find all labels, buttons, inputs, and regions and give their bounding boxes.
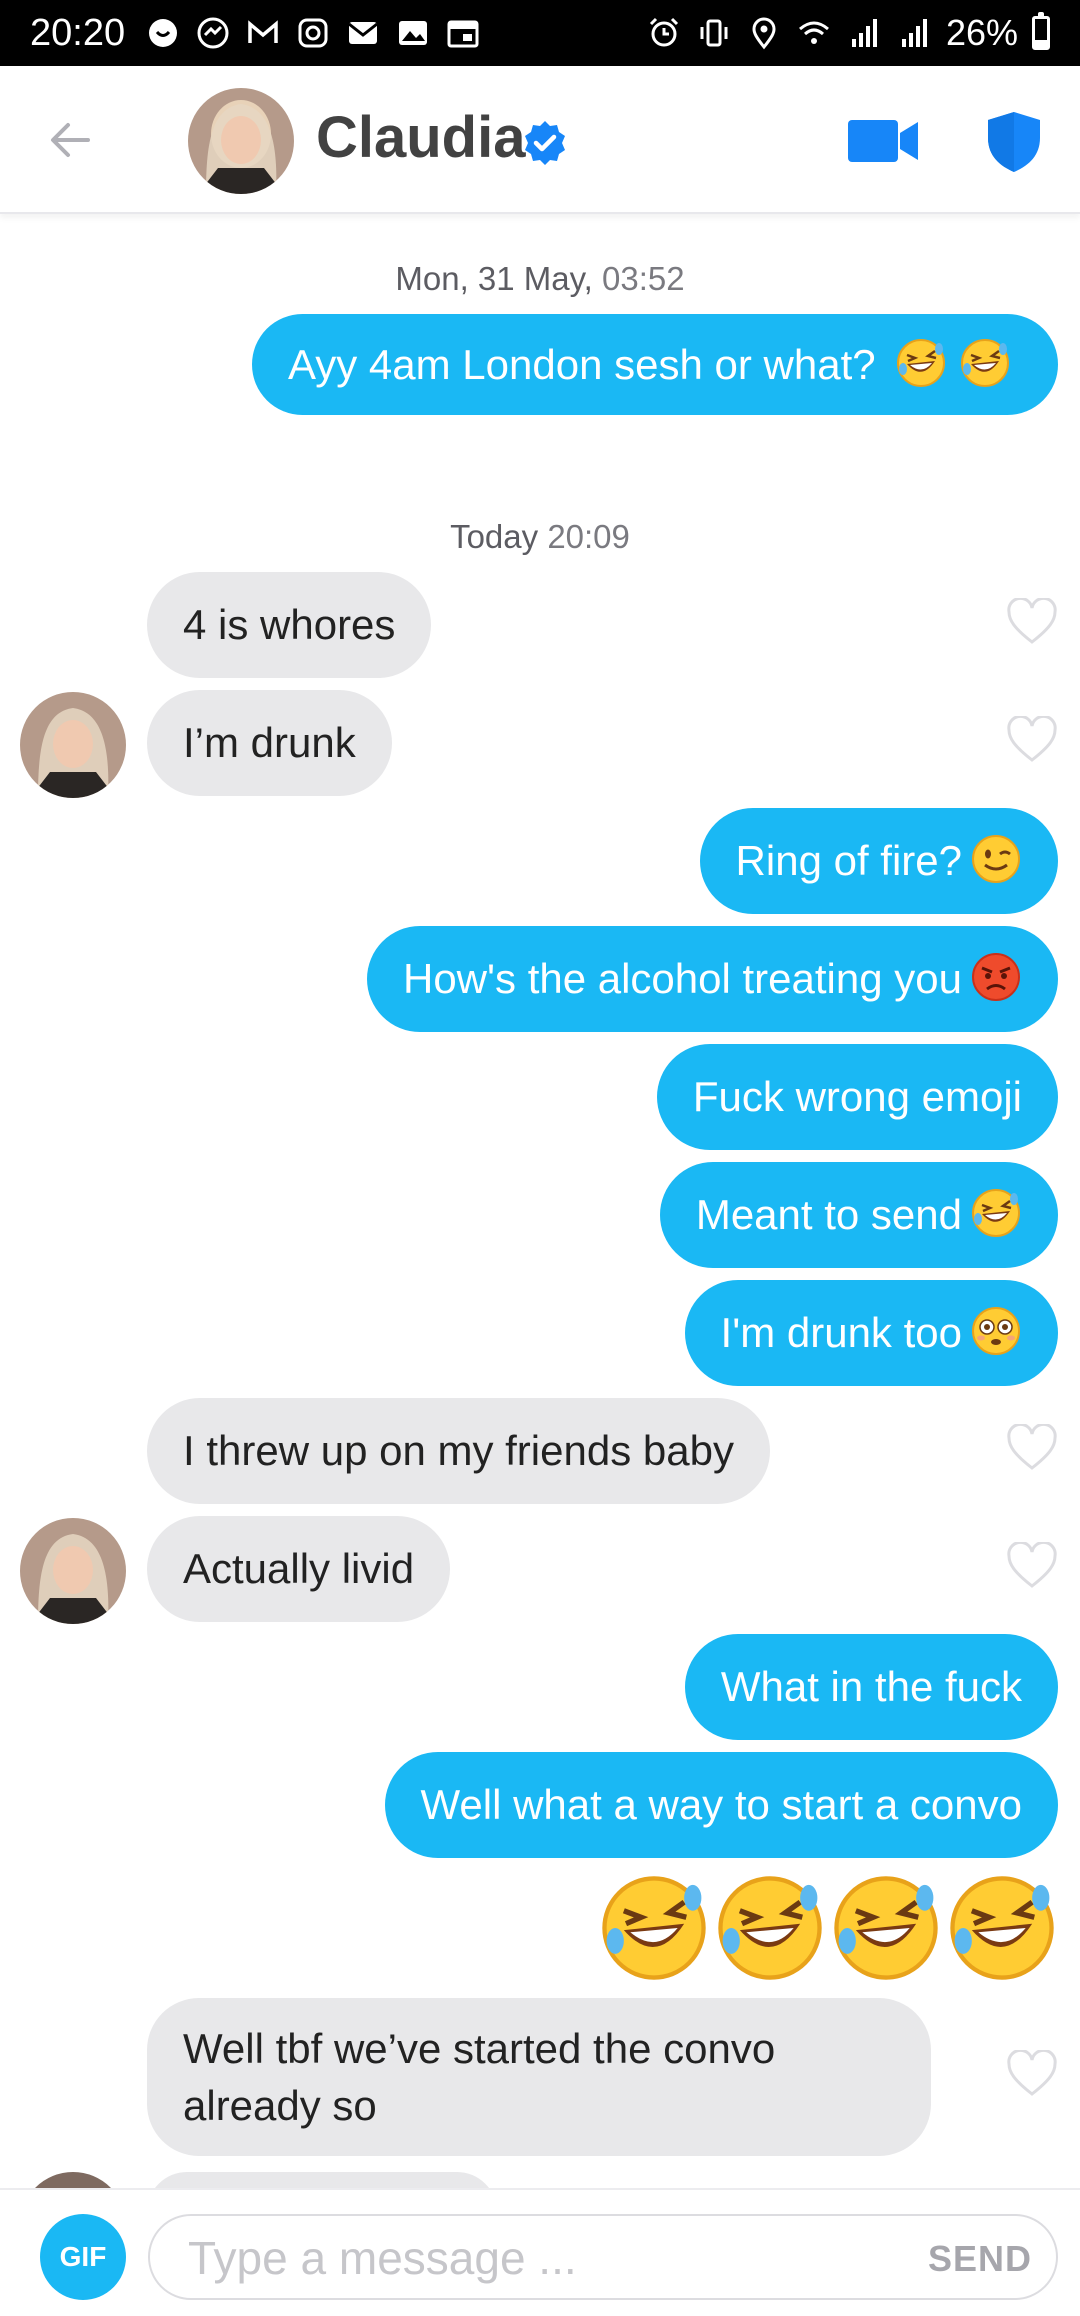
received-message[interactable]: Actually livid: [147, 1516, 451, 1622]
heart-like-icon[interactable]: [1006, 1542, 1058, 1590]
sent-message[interactable]: Well what a way to start a convo: [384, 1752, 1058, 1858]
sent-message[interactable]: Fuck wrong emoji: [656, 1044, 1058, 1150]
sent-message[interactable]: Ayy 4am London sesh or what?: [252, 314, 1058, 415]
status-bar: 20:20 26%: [0, 0, 1080, 66]
alarm-icon: [649, 17, 678, 47]
received-message[interactable]: I’m drunk: [147, 690, 392, 796]
verified-badge-icon: [525, 121, 565, 165]
heart-like-icon[interactable]: [1006, 1424, 1058, 1472]
avatar[interactable]: [20, 1518, 126, 1624]
message-timestamp: Mon, 31 May, 03:52: [395, 260, 685, 297]
gif-button[interactable]: GIF: [40, 2214, 126, 2300]
instagram-icon: [298, 18, 328, 48]
contact-name[interactable]: Claudia: [316, 104, 526, 171]
sent-message[interactable]: How's the alcohol treating you: [366, 926, 1058, 1032]
sent-message[interactable]: Ring of fire?: [699, 808, 1058, 914]
video-call-button[interactable]: [846, 116, 920, 166]
rofl-emoji-icon: [895, 337, 947, 389]
avatar[interactable]: [20, 692, 126, 798]
rofl-emoji-icon: [714, 1872, 826, 1984]
status-time: 20:20: [30, 11, 126, 54]
avatar[interactable]: [20, 2172, 126, 2188]
rofl-emoji-icon: [830, 1872, 942, 1984]
messenger-icon: [197, 17, 229, 49]
heart-like-icon[interactable]: [1006, 598, 1058, 646]
flushed-emoji-icon: [970, 1305, 1022, 1357]
whatsapp-icon: [149, 19, 178, 47]
message-list[interactable]: Mon, 31 May, 03:52 Ayy 4am London sesh o…: [0, 216, 1080, 2188]
rofl-emoji-icon: [970, 1187, 1022, 1239]
received-message[interactable]: [147, 2172, 497, 2188]
wink-emoji-icon: [970, 833, 1022, 885]
calendar-icon: [447, 20, 479, 48]
signal-icon: [901, 19, 927, 47]
received-message[interactable]: I threw up on my friends baby: [147, 1398, 770, 1504]
battery-percentage: 26%: [945, 12, 1018, 53]
sent-message[interactable]: I'm drunk too: [684, 1280, 1058, 1386]
back-button[interactable]: [40, 110, 100, 170]
sent-message[interactable]: Meant to send: [659, 1162, 1058, 1268]
angry-emoji-icon: [970, 951, 1022, 1003]
message-composer: GIF SEND: [0, 2188, 1080, 2316]
heart-like-icon[interactable]: [1006, 716, 1058, 764]
received-message[interactable]: Well tbf we’ve started the convo already…: [147, 1998, 931, 2156]
email-icon: [348, 22, 379, 44]
send-button[interactable]: SEND: [928, 2238, 1032, 2280]
rofl-emoji-icon: [946, 1872, 1058, 1984]
heart-like-icon[interactable]: [1006, 2050, 1058, 2098]
emoji-message[interactable]: [598, 1872, 1058, 1984]
gmail-icon: [248, 20, 278, 43]
chat-header: Claudia: [0, 66, 1080, 214]
sent-message[interactable]: What in the fuck: [684, 1634, 1058, 1740]
message-input[interactable]: [186, 2228, 866, 2288]
gallery-icon: [399, 21, 428, 45]
vibrate-icon: [700, 19, 728, 47]
rofl-emoji-icon: [959, 337, 1011, 389]
avatar[interactable]: [188, 88, 294, 194]
wifi-icon: [798, 21, 829, 44]
safety-shield-button[interactable]: [986, 110, 1042, 174]
signal-icon: [851, 19, 877, 47]
rofl-emoji-icon: [598, 1872, 710, 1984]
received-message[interactable]: 4 is whores: [147, 572, 432, 678]
message-input-wrapper: SEND: [148, 2214, 1058, 2300]
battery-icon: [1032, 12, 1050, 50]
location-icon: [752, 17, 776, 50]
message-timestamp: Today 20:09: [450, 518, 630, 555]
